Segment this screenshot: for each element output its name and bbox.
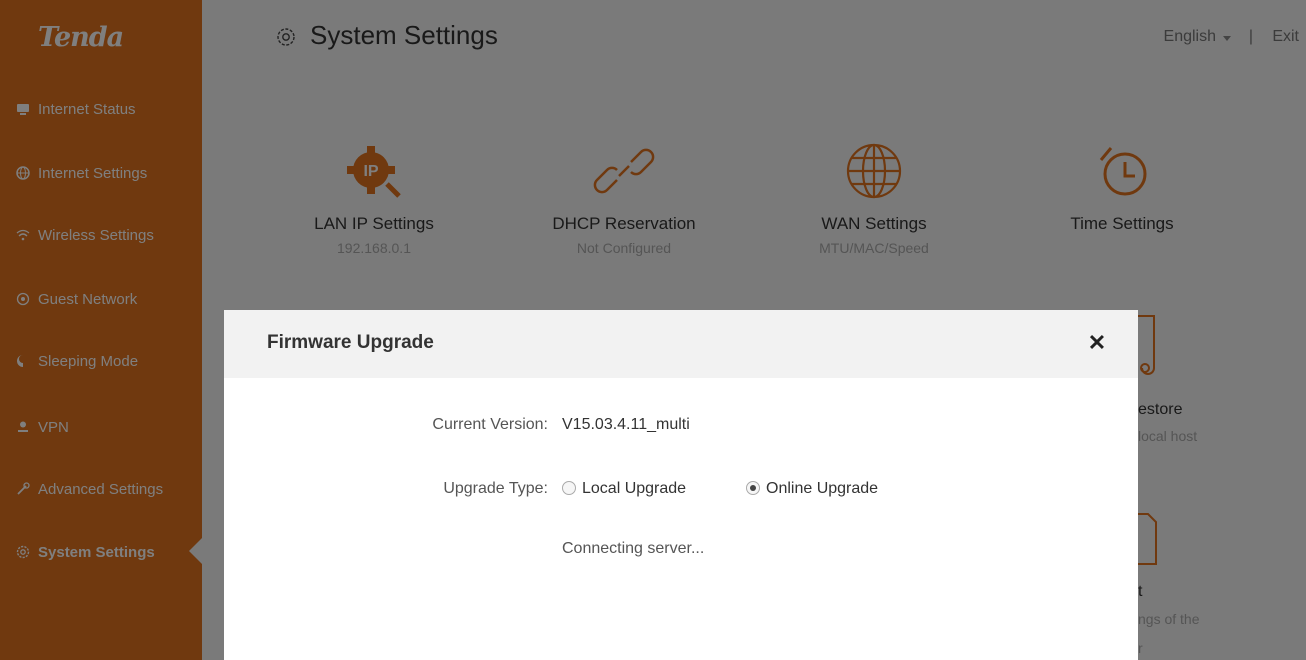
radio-label: Online Upgrade <box>766 480 879 497</box>
current-version-value: V15.03.4.11_multi <box>562 416 690 433</box>
radio-online-upgrade[interactable]: Online Upgrade <box>746 480 878 498</box>
current-version-label: Current Version: <box>432 416 548 433</box>
dialog-title: Firmware Upgrade <box>267 332 434 353</box>
radio-local-upgrade[interactable]: Local Upgrade <box>562 480 686 498</box>
close-icon[interactable]: ✕ <box>1084 330 1110 356</box>
radio-label: Local Upgrade <box>582 480 687 497</box>
firmware-upgrade-dialog: Firmware Upgrade ✕ Current Version: V15.… <box>224 310 1138 660</box>
radio-button[interactable] <box>562 481 576 495</box>
dialog-header: Firmware Upgrade ✕ <box>224 310 1138 378</box>
radio-button[interactable] <box>746 481 760 495</box>
status-text: Connecting server... <box>562 540 705 557</box>
upgrade-type-label: Upgrade Type: <box>443 480 548 497</box>
